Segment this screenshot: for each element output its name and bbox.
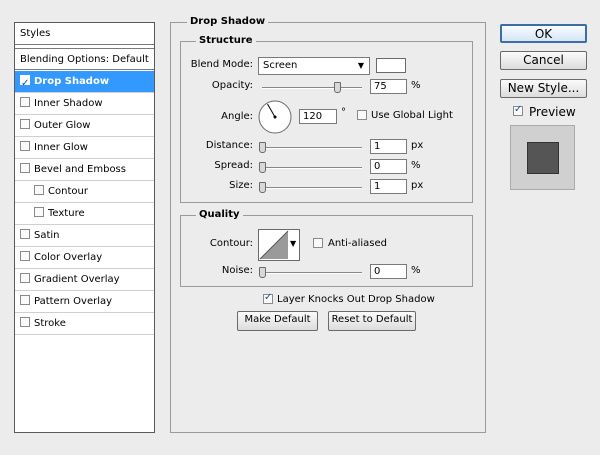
ok-button[interactable]: OK <box>500 24 587 43</box>
chevron-down-icon: ▼ <box>357 61 364 70</box>
style-checkbox[interactable] <box>20 163 30 173</box>
size-unit: px <box>411 180 424 191</box>
style-item-stroke[interactable]: Stroke <box>15 313 154 335</box>
distance-label: Distance: <box>205 140 253 151</box>
opacity-unit: % <box>411 80 421 91</box>
contour-label: Contour: <box>209 238 253 249</box>
style-item-label: Bevel and Emboss <box>34 164 126 175</box>
spread-slider-thumb[interactable] <box>259 162 266 173</box>
drop-shadow-title: Drop Shadow <box>187 16 269 27</box>
make-default-button[interactable]: Make Default <box>237 311 318 331</box>
style-item-drop-shadow[interactable]: Drop Shadow <box>15 71 154 94</box>
style-item-satin[interactable]: Satin <box>15 225 154 247</box>
style-checkbox[interactable] <box>34 207 44 217</box>
style-item-label: Outer Glow <box>34 120 91 131</box>
structure-title: Structure <box>196 35 256 46</box>
preview-label: Preview <box>529 105 576 119</box>
distance-input[interactable]: 1 <box>370 139 407 154</box>
anti-aliased-checkbox[interactable] <box>313 238 327 250</box>
blending-options-item[interactable]: Blending Options: Default <box>15 48 154 70</box>
size-label: Size: <box>229 180 253 191</box>
spread-input[interactable]: 0 <box>370 159 407 174</box>
style-item-label: Contour <box>48 186 88 197</box>
style-item-label: Drop Shadow <box>34 76 110 87</box>
distance-unit: px <box>411 140 424 151</box>
style-checkbox[interactable] <box>20 141 30 151</box>
style-checkbox[interactable] <box>20 73 30 94</box>
reset-to-default-button[interactable]: Reset to Default <box>328 311 416 331</box>
quality-group <box>180 215 473 287</box>
style-item-label: Pattern Overlay <box>34 296 113 307</box>
spread-unit: % <box>411 160 421 171</box>
blend-mode-label: Blend Mode: <box>190 59 253 70</box>
global-light-label: Use Global Light <box>371 110 453 121</box>
size-slider-thumb[interactable] <box>259 182 266 193</box>
distance-slider-track[interactable] <box>262 147 362 149</box>
style-item-inner-shadow[interactable]: Inner Shadow <box>15 93 154 115</box>
new-style-button[interactable]: New Style... <box>500 79 587 98</box>
contour-picker[interactable]: ▼ <box>258 229 300 261</box>
preview-thumbnail <box>510 125 575 190</box>
noise-label: Noise: <box>221 265 253 276</box>
preview-checkbox[interactable] <box>513 104 527 118</box>
style-checkbox[interactable] <box>20 97 30 107</box>
spread-label: Spread: <box>214 160 253 171</box>
opacity-label: Opacity: <box>211 80 253 91</box>
style-item-bevel-and-emboss[interactable]: Bevel and Emboss <box>15 159 154 181</box>
knocks-out-checkbox[interactable] <box>263 292 277 306</box>
styles-header[interactable]: Styles <box>15 23 154 45</box>
blend-mode-value: Screen <box>263 60 298 71</box>
blend-mode-select[interactable]: Screen ▼ <box>258 57 370 75</box>
angle-unit: ° <box>341 107 346 118</box>
global-light-checkbox[interactable] <box>357 110 371 122</box>
noise-slider-thumb[interactable] <box>259 267 266 278</box>
quality-title: Quality <box>196 209 243 220</box>
style-item-outer-glow[interactable]: Outer Glow <box>15 115 154 137</box>
style-item-texture[interactable]: Texture <box>15 203 154 225</box>
noise-slider-track[interactable] <box>262 272 362 274</box>
style-item-inner-glow[interactable]: Inner Glow <box>15 137 154 159</box>
style-checkbox[interactable] <box>20 295 30 305</box>
style-item-label: Inner Glow <box>34 142 88 153</box>
noise-unit: % <box>411 265 421 276</box>
size-input[interactable]: 1 <box>370 179 407 194</box>
distance-slider-thumb[interactable] <box>259 142 266 153</box>
spread-slider-track[interactable] <box>262 167 362 169</box>
style-item-contour[interactable]: Contour <box>15 181 154 203</box>
style-item-color-overlay[interactable]: Color Overlay <box>15 247 154 269</box>
styles-list: Styles Blending Options: Default Drop Sh… <box>14 22 155 433</box>
anti-aliased-label: Anti-aliased <box>328 238 388 249</box>
noise-input[interactable]: 0 <box>370 264 407 279</box>
style-item-label: Texture <box>48 208 85 219</box>
style-checkbox[interactable] <box>20 317 30 327</box>
style-checkbox[interactable] <box>20 251 30 261</box>
opacity-slider-thumb[interactable] <box>334 82 341 93</box>
angle-input[interactable]: 120 <box>299 109 337 124</box>
chevron-down-icon: ▼ <box>290 239 297 248</box>
cancel-button[interactable]: Cancel <box>500 51 587 70</box>
style-checkbox[interactable] <box>20 119 30 129</box>
style-item-label: Stroke <box>34 318 66 329</box>
preview-square <box>527 142 559 174</box>
opacity-slider-track[interactable] <box>262 87 362 89</box>
style-item-label: Satin <box>34 230 60 241</box>
size-slider-track[interactable] <box>262 187 362 189</box>
style-item-label: Gradient Overlay <box>34 274 120 285</box>
style-item-label: Inner Shadow <box>34 98 103 109</box>
style-checkbox[interactable] <box>34 185 44 195</box>
angle-label: Angle: <box>221 111 253 122</box>
style-checkbox[interactable] <box>20 273 30 283</box>
opacity-input[interactable]: 75 <box>370 79 407 94</box>
style-checkbox[interactable] <box>20 229 30 239</box>
knocks-out-label: Layer Knocks Out Drop Shadow <box>277 294 435 305</box>
angle-dial[interactable] <box>257 99 293 135</box>
contour-preview-icon <box>259 230 289 260</box>
style-item-gradient-overlay[interactable]: Gradient Overlay <box>15 269 154 291</box>
style-item-pattern-overlay[interactable]: Pattern Overlay <box>15 291 154 313</box>
shadow-color-swatch[interactable] <box>376 58 406 73</box>
style-item-label: Color Overlay <box>34 252 103 263</box>
